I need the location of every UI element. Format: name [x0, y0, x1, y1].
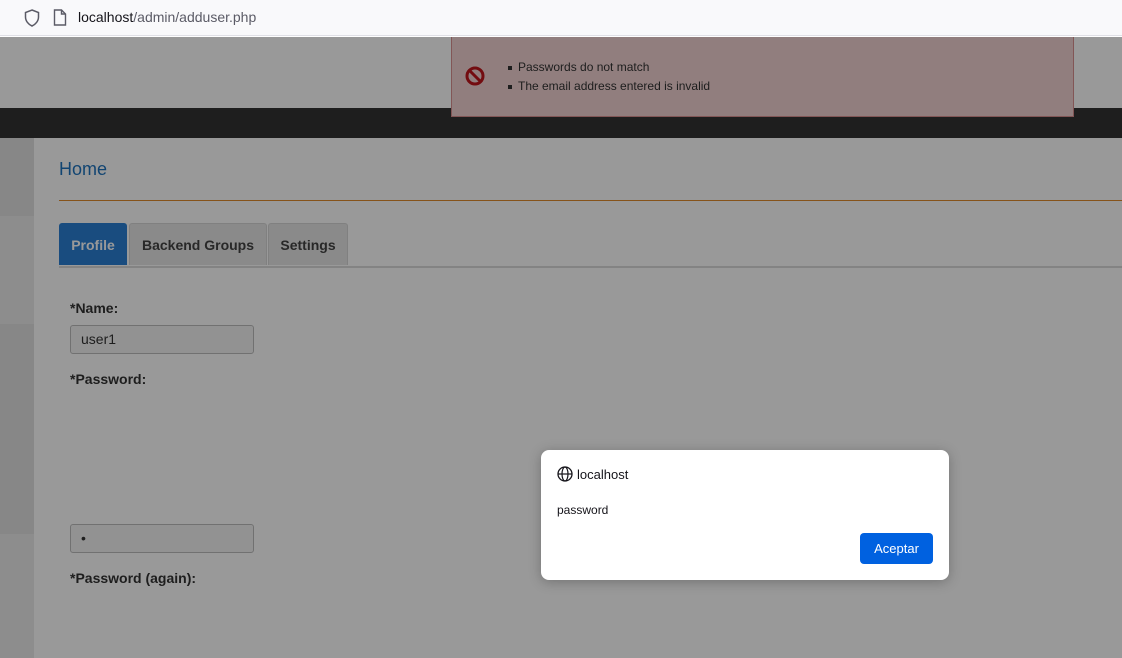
- url-path: /admin/adduser.php: [133, 9, 257, 25]
- shield-icon[interactable]: [24, 9, 40, 32]
- browser-url-bar[interactable]: localhost/admin/adduser.php: [0, 0, 1122, 36]
- url-host: localhost: [78, 9, 134, 25]
- globe-icon: [557, 466, 573, 487]
- page-icon: [53, 9, 67, 31]
- url-text[interactable]: localhost/admin/adduser.php: [78, 9, 256, 25]
- accept-button[interactable]: Aceptar: [860, 533, 933, 564]
- dialog-message: password: [557, 503, 609, 517]
- alert-dialog: localhost password Aceptar: [541, 450, 949, 580]
- dialog-origin: localhost: [577, 467, 629, 482]
